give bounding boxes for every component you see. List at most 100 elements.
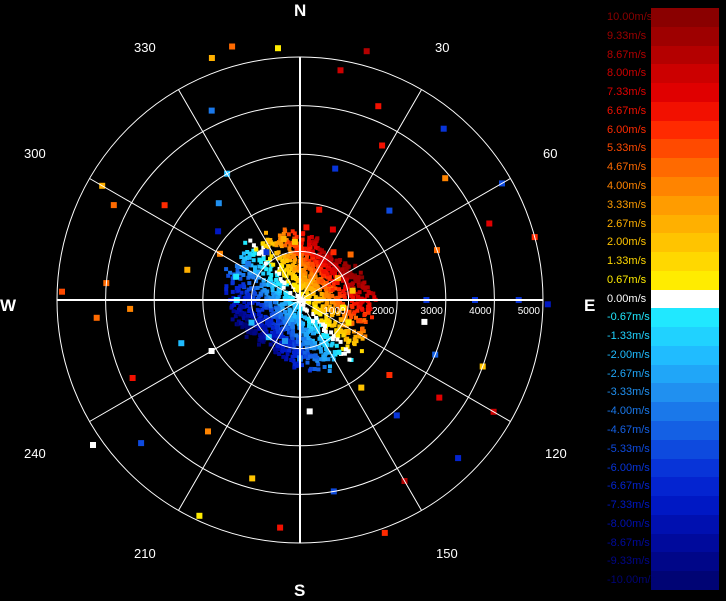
echo-cell (262, 282, 267, 287)
echo-cell (282, 280, 287, 285)
echo-cell (322, 250, 326, 255)
echo-cell (257, 342, 261, 347)
echo-cell (277, 352, 282, 356)
echo-cell (276, 250, 281, 255)
legend-label: 9.33m/s (607, 29, 647, 42)
echo-point (263, 249, 270, 256)
echo-point (90, 442, 96, 448)
echo-cell (349, 303, 354, 308)
echo-cell (283, 301, 288, 306)
echo-cell (314, 260, 319, 265)
echo-cell (339, 318, 344, 323)
legend-label: 6.67m/s (607, 104, 647, 117)
echo-point (196, 512, 203, 519)
echo-point (486, 220, 493, 227)
echo-cell (353, 334, 358, 339)
echo-cell (260, 307, 265, 312)
legend-label: 4.67m/s (607, 161, 647, 174)
echo-point (59, 288, 65, 295)
echo-cell (329, 330, 334, 335)
legend-entry: -0.67m/s (607, 308, 719, 328)
echo-cell (329, 269, 334, 274)
echo-cell (274, 307, 279, 312)
echo-cell (302, 269, 307, 274)
echo-point (280, 236, 287, 242)
legend-swatch (651, 327, 719, 346)
velocity-legend: 10.00m/s 9.33m/s 8.67m/s 8.00m/s 7.33m/s 6.67… (607, 8, 719, 590)
echo-cell (274, 324, 279, 329)
echo-cell (283, 309, 288, 314)
echo-cell (292, 266, 297, 271)
azimuth-label-30: 30 (435, 40, 450, 55)
legend-label: 7.33m/s (607, 86, 647, 99)
echo-cell (355, 275, 360, 280)
legend-label: -7.33m/s (607, 499, 650, 512)
legend-label: -4.67m/s (607, 424, 650, 437)
legend-label: 0.67m/s (607, 273, 647, 286)
azimuth-spoke (299, 178, 511, 301)
echo-cell (235, 310, 240, 315)
echo-cell (325, 333, 329, 338)
echo-cell (325, 294, 330, 299)
echo-cell (322, 365, 327, 369)
echo-cell (322, 270, 327, 274)
echo-cell (270, 325, 275, 330)
echo-cell (322, 328, 326, 333)
legend-entry: -2.67m/s (607, 364, 719, 384)
legend-entry: 2.00m/s (607, 233, 719, 253)
echo-cell (344, 266, 349, 271)
legend-swatch (651, 139, 719, 159)
echo-cell (233, 314, 238, 319)
echo-point (316, 206, 323, 213)
echo-cell (335, 281, 340, 285)
legend-swatch (651, 514, 719, 534)
echo-cell (247, 281, 252, 286)
echo-cell (319, 279, 324, 284)
echo-cell (357, 283, 361, 288)
echo-point (291, 238, 298, 245)
legend-swatch (651, 26, 719, 46)
echo-point (208, 107, 215, 114)
echo-cell (329, 343, 334, 348)
echo-cell (307, 266, 312, 271)
echo-point (249, 475, 256, 482)
echo-cell (268, 276, 273, 281)
echo-cell (321, 354, 326, 359)
echo-cell (300, 237, 305, 242)
echo-point (229, 43, 236, 50)
echo-cell (309, 272, 314, 277)
legend-swatch (651, 402, 719, 422)
radar-center-marker: ✳ (294, 293, 306, 309)
echo-cell (323, 287, 328, 292)
echo-cell (262, 288, 267, 292)
echo-cell (348, 275, 353, 280)
legend-swatch (651, 571, 719, 590)
legend-label: 5.33m/s (607, 142, 647, 155)
echo-cell (362, 318, 367, 323)
echo-point (306, 408, 313, 415)
echo-cell (313, 300, 318, 305)
echo-cell (330, 287, 335, 292)
echo-cell (256, 301, 261, 306)
legend-swatch (651, 289, 719, 309)
legend-swatch (651, 8, 719, 27)
echo-cell (276, 282, 281, 287)
legend-swatch (651, 120, 719, 140)
echo-cell (268, 300, 273, 305)
legend-entry: 8.67m/s (607, 45, 719, 65)
radar-plot: ✳ 1000 2000 3000 4000 5000 (56, 43, 551, 544)
echo-cell (302, 350, 307, 355)
azimuth-spoke (89, 299, 301, 422)
echo-cell (230, 289, 235, 294)
echo-cell (360, 327, 364, 332)
velocity-echoes (59, 43, 551, 536)
echo-cell (293, 349, 298, 354)
echo-cell (292, 253, 297, 258)
echo-cell (327, 369, 332, 373)
compass-south-label: S (294, 581, 306, 600)
legend-entry: 0.67m/s (607, 270, 719, 290)
echo-point (421, 318, 428, 325)
legend-swatch (651, 270, 719, 290)
echo-point (208, 55, 215, 61)
legend-entry: -6.00m/s (607, 458, 719, 478)
